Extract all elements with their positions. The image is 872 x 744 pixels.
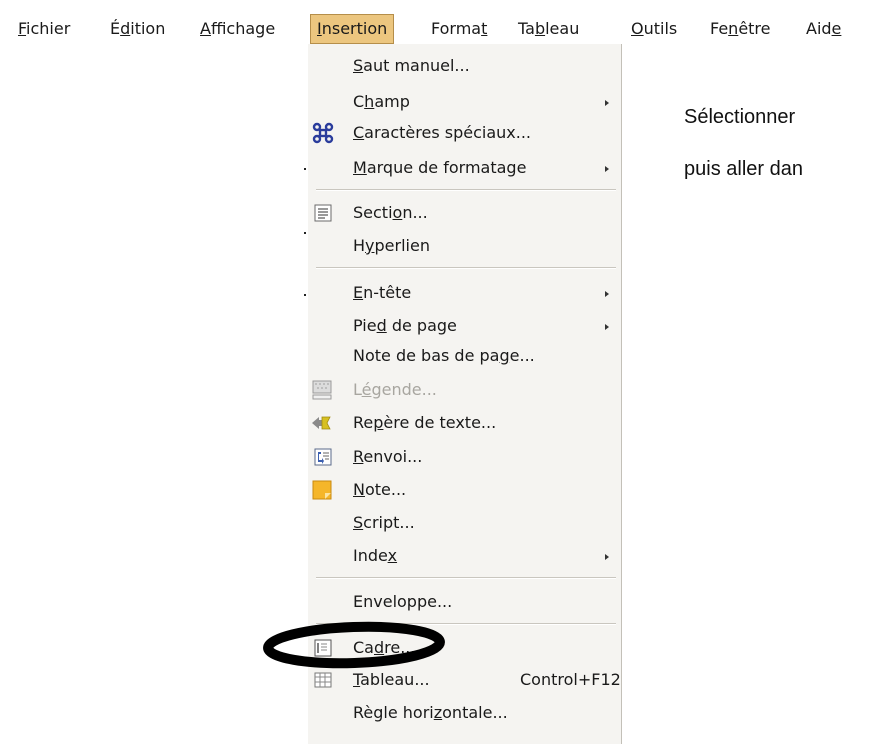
highlight-ellipse — [263, 621, 445, 669]
